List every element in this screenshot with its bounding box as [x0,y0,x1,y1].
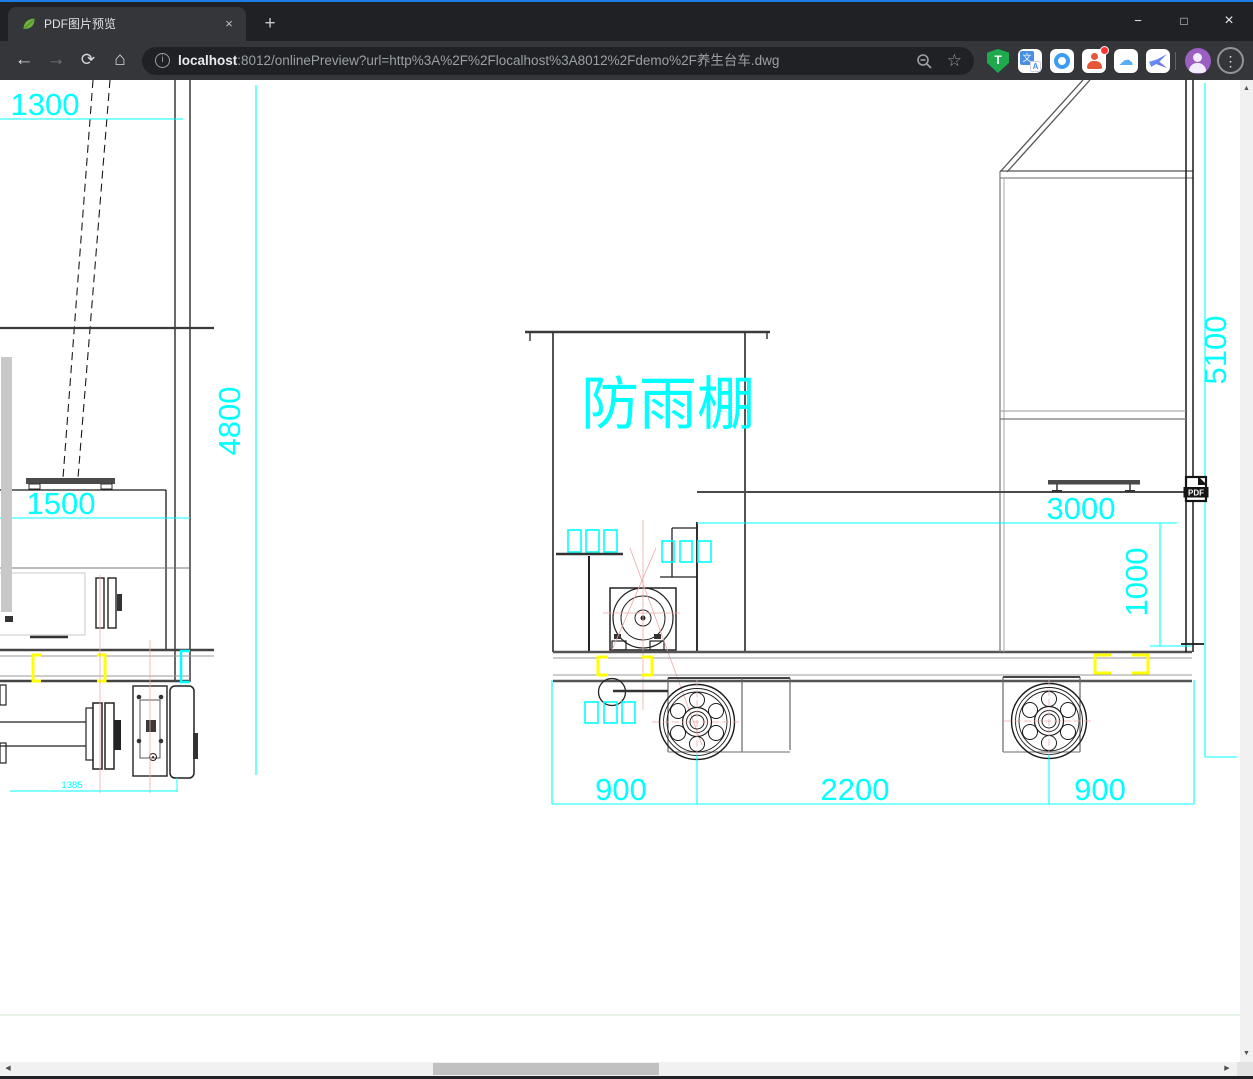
browser-toolbar: ← → ⟳ ⌂ i localhost:8012/onlinePreview?u… [0,41,1253,80]
extension-thunder-button[interactable] [1145,48,1171,74]
extension-tampermonkey-button[interactable]: T [985,48,1011,74]
tab-close-icon[interactable]: × [220,15,238,33]
extension-cloud-button[interactable]: ☁ [1113,48,1139,74]
window-close-button[interactable]: × [1206,2,1252,40]
bookmark-star-icon[interactable]: ☆ [947,47,962,75]
scroll-down-icon[interactable]: ▼ [1240,1047,1253,1060]
new-tab-button[interactable]: + [258,12,282,36]
scroll-up-icon[interactable]: ▲ [1240,82,1253,95]
cloud-icon: ☁ [1114,49,1138,73]
horizontal-scrollbar-thumb[interactable] [433,1063,659,1075]
window-minimize-button[interactable]: − [1115,2,1161,40]
reload-icon[interactable]: ⟳ [74,45,102,75]
toolbar-divider [1175,52,1176,70]
dim-3000: 3000 [1047,491,1116,526]
back-icon[interactable]: ← [10,45,38,75]
url-text[interactable]: localhost:8012/onlinePreview?url=http%3A… [178,47,779,75]
dim-1385: 1385 [61,780,82,791]
dim-5100: 5100 [1198,316,1233,385]
address-bar[interactable]: i localhost:8012/onlinePreview?url=http%… [142,47,974,75]
browser-menu-icon[interactable]: ⋮ [1217,47,1244,74]
dim-1000: 1000 [1119,548,1154,617]
translate-icon: 文 A [1018,49,1042,73]
scroll-left-icon[interactable]: ◀ [1,1062,15,1076]
shield-icon: T [987,49,1009,73]
forward-icon[interactable]: → [42,45,70,75]
zoom-out-icon[interactable] [916,53,932,69]
extension-assistant-button[interactable] [1081,46,1109,74]
page-info-icon[interactable]: i [155,53,170,68]
dim-1500: 1500 [27,486,96,521]
vertical-scrollbar-thumb[interactable] [1,357,12,612]
dim-900-left: 900 [595,772,647,807]
left-view [0,79,214,793]
window-maximize-button[interactable]: □ [1161,2,1207,40]
url-rest: :8012/onlinePreview?url=http%3A%2F%2Floc… [237,53,780,68]
url-host: localhost [178,53,238,68]
dim-900-right: 900 [1074,772,1126,807]
blue-ring-icon [1050,49,1074,73]
notification-badge [1100,46,1109,55]
extension-proxy-button[interactable] [1049,48,1075,74]
dim-4800: 4800 [212,387,247,456]
tab-title: PDF图片预览 [44,17,117,31]
pdf-badge-button[interactable]: PDF [1183,475,1209,503]
scroll-right-icon[interactable]: ▶ [1220,1062,1234,1076]
dim-1300: 1300 [11,87,80,122]
horizontal-scrollbar[interactable]: ◀ ▶ [0,1062,1237,1076]
browser-window: PDF图片预览 × + − □ × ← → ⟳ ⌂ i localhost:80… [0,0,1253,1079]
extension-translate-button[interactable]: 文 A [1017,48,1043,74]
avatar-figure [1193,53,1202,62]
vertical-scrollbar[interactable]: ▲ ▼ [1240,80,1253,1062]
shelter-label: 防雨棚 [581,372,755,437]
home-icon[interactable]: ⌂ [106,45,134,75]
bird-icon [1146,49,1170,73]
pdf-badge-label: PDF [1188,489,1204,498]
profile-avatar[interactable] [1185,48,1211,74]
undercarriage [584,676,1094,764]
cad-drawing: 1300 4800 1500 1385 防雨棚 3000 1000 5100 9… [0,79,1253,1016]
spring-leaf-icon [23,18,35,30]
preview-page: 1300 4800 1500 1385 防雨棚 3000 1000 5100 9… [0,79,1253,1076]
scrollbar-corner [1237,1062,1253,1076]
tab-strip: PDF图片预览 × + − □ × [0,2,1253,41]
dim-2200: 2200 [821,772,890,807]
tab-pdf-preview[interactable]: PDF图片预览 × [8,7,246,41]
